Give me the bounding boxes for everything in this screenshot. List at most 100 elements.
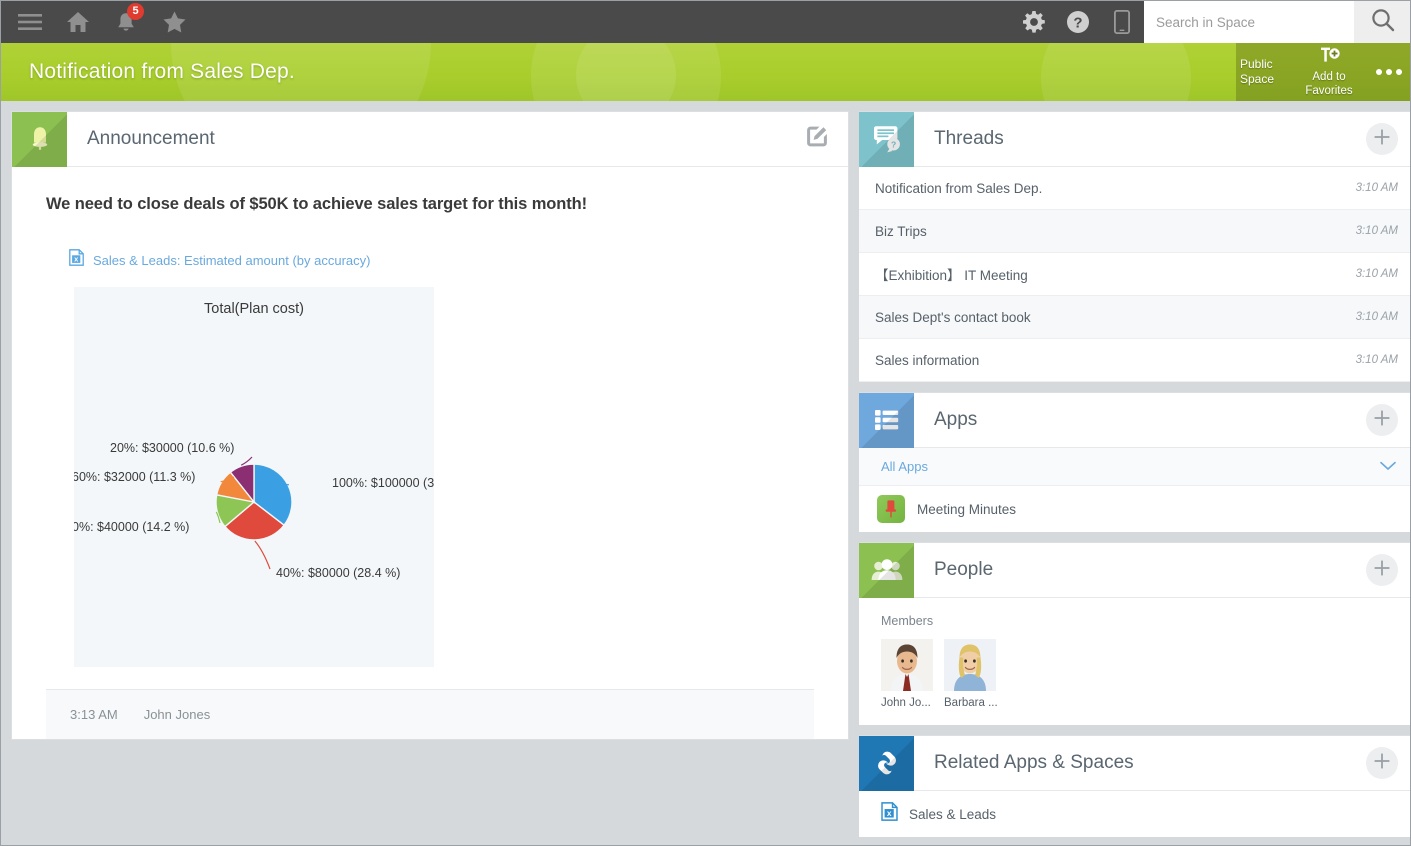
notification-badge: 5 — [127, 3, 144, 20]
top-navigation-bar: 5 ? Search in Space — [1, 1, 1410, 43]
thread-time: 3:10 AM — [1355, 311, 1398, 323]
thread-label: 【Exhibition】 IT Meeting — [875, 268, 1028, 283]
panel-title: Threads — [934, 128, 1004, 149]
thread-time: 3:10 AM — [1355, 354, 1398, 366]
thread-row[interactable]: 【Exhibition】 IT Meeting 3:10 AM — [859, 253, 1410, 296]
apps-panel: Apps All Apps Meeting Minutes — [859, 392, 1410, 532]
add-thread-button[interactable] — [1366, 123, 1398, 155]
avatar-name: John Jo... — [881, 697, 931, 709]
search-bar — [1144, 1, 1410, 43]
member-avatars: John Jo... Barbara ... — [881, 639, 1410, 709]
thread-label: Sales Dept's contact book — [875, 309, 1031, 325]
avatar-image — [881, 639, 933, 691]
plus-icon — [1373, 752, 1391, 775]
threads-list: Notification from Sales Dep. 3:10 AM Biz T… — [859, 167, 1410, 382]
attachment-link[interactable]: Sales & Leads: Estimated amount (by accu… — [93, 253, 370, 268]
related-list: x Sales & Leads — [859, 791, 1410, 837]
edit-announcement-button[interactable] — [806, 126, 828, 153]
more-ellipsis-icon — [1376, 69, 1402, 75]
edit-pencil-icon — [806, 126, 828, 152]
page-title: Notification from Sales Dep. — [29, 60, 295, 83]
members-label: Members — [881, 614, 934, 628]
related-row[interactable]: x Sales & Leads — [859, 791, 1410, 837]
pie-slice-label: 60%: $32000 (11.3 %) — [74, 470, 195, 484]
avatar[interactable]: Barbara ... — [944, 639, 998, 709]
panel-title: Apps — [934, 409, 978, 430]
apps-header: Apps — [859, 392, 1410, 448]
thread-label: Biz Trips — [875, 223, 927, 239]
help-button[interactable]: ? — [1056, 1, 1100, 43]
announcement-attachment: x Sales & Leads: Estimated amount (by ac… — [46, 249, 814, 271]
people-body: Members John Jo... Barbara ... — [859, 598, 1410, 725]
thread-time: 3:10 AM — [1355, 268, 1398, 280]
panel-title: Announcement — [87, 128, 215, 149]
pie-slice-label: 0%: $40000 (14.2 %) — [74, 520, 189, 534]
avatar[interactable]: John Jo... — [881, 639, 933, 709]
pie-leader-line — [254, 540, 271, 570]
announcement-header: Announcement — [12, 111, 848, 167]
search-button[interactable] — [1354, 1, 1410, 43]
application-window: 5 ? Search in Space Notification from Sa… — [0, 0, 1411, 846]
hamburger-menu-button[interactable] — [9, 1, 51, 43]
chat-bubbles-icon: ? — [859, 111, 914, 167]
more-options-button[interactable] — [1366, 69, 1410, 75]
svg-text:?: ? — [1073, 15, 1082, 32]
plus-icon — [1373, 559, 1391, 582]
thread-row[interactable]: Sales information 3:10 AM — [859, 339, 1410, 382]
related-header: Related Apps & Spaces — [859, 735, 1410, 791]
home-button[interactable] — [57, 1, 99, 43]
threads-panel: ? Threads Notification from Sales Dep. 3… — [859, 111, 1410, 382]
all-apps-label: All Apps — [881, 459, 928, 474]
topbar-left-icons: 5 — [1, 1, 195, 43]
app-row[interactable]: Meeting Minutes — [859, 486, 1410, 532]
search-icon — [1370, 7, 1396, 38]
thread-row[interactable]: Biz Trips 3:10 AM — [859, 210, 1410, 253]
thread-row[interactable]: Notification from Sales Dep. 3:10 AM — [859, 167, 1410, 210]
add-related-button[interactable] — [1366, 747, 1398, 779]
svg-text:x: x — [887, 808, 892, 818]
related-name: Sales & Leads — [909, 806, 997, 822]
pie-slice-label: 20%: $30000 (10.6 %) — [110, 441, 234, 455]
topbar-right-icons: ? — [1012, 1, 1410, 43]
left-column: Announcement We need to close deals of $… — [11, 111, 849, 740]
pie-slice-label: 100%: $100000 (35.5 — [332, 476, 434, 490]
thread-time: 3:10 AM — [1355, 225, 1398, 237]
people-icon — [859, 542, 914, 598]
footer-time: 3:13 AM — [70, 707, 118, 722]
search-input[interactable] — [1144, 1, 1354, 43]
app-link-icon: x — [69, 249, 84, 271]
mobile-icon — [1114, 10, 1130, 34]
bell-icon — [12, 111, 67, 167]
public-space-line2: Space — [1240, 72, 1275, 86]
thread-time: 3:10 AM — [1355, 182, 1398, 194]
thread-row[interactable]: Sales Dept's contact book 3:10 AM — [859, 296, 1410, 339]
thread-label: Sales information — [875, 352, 980, 368]
threads-header: ? Threads — [859, 111, 1410, 167]
star-icon — [162, 10, 187, 34]
favorites-button[interactable] — [153, 1, 195, 43]
hamburger-icon — [18, 13, 42, 31]
banner-decoration — [576, 43, 676, 101]
all-apps-filter[interactable]: All Apps — [859, 448, 1410, 486]
avatar-name: Barbara ... — [944, 697, 998, 709]
add-to-favorites-button[interactable]: Add to Favorites — [1292, 47, 1366, 98]
notifications-button[interactable]: 5 — [105, 1, 147, 43]
people-panel: People Members John Jo... Barbara ... — [859, 542, 1410, 725]
add-app-button[interactable] — [1366, 404, 1398, 436]
add-person-button[interactable] — [1366, 554, 1398, 586]
mobile-view-button[interactable] — [1100, 1, 1144, 43]
banner-actions: Public Space Add to Favorites — [1236, 43, 1410, 101]
pie-slice-label: 40%: $80000 (28.4 %) — [276, 566, 400, 580]
avatar-image — [944, 639, 996, 691]
apps-list: Meeting Minutes — [859, 486, 1410, 532]
pin-add-icon — [1292, 47, 1366, 68]
public-space-label[interactable]: Public Space — [1236, 57, 1292, 87]
people-header: People — [859, 542, 1410, 598]
svg-text:?: ? — [890, 139, 895, 149]
settings-button[interactable] — [1012, 1, 1056, 43]
chevron-down-icon — [1380, 459, 1396, 474]
pie-chart-container: Total(Plan cost) 100%: $100000 (35.540%:… — [74, 287, 434, 667]
right-column: ? Threads Notification from Sales Dep. 3… — [859, 111, 1410, 837]
app-link-icon: x — [881, 802, 898, 826]
announcement-footer: 3:13 AM John Jones — [46, 689, 814, 739]
